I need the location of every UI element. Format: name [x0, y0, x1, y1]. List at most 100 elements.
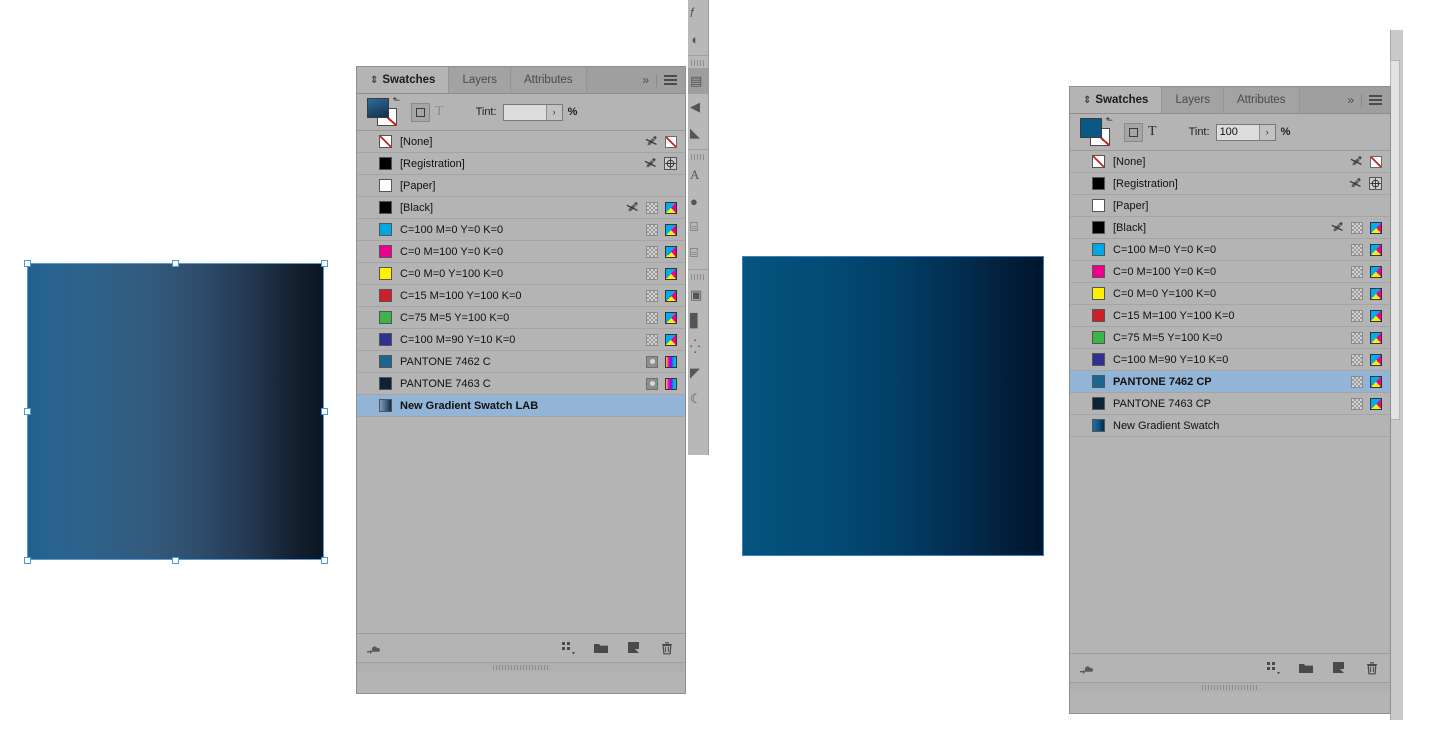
- no-print-dropper-icon[interactable]: [645, 135, 658, 148]
- tool-hand[interactable]: ☾: [688, 386, 708, 412]
- tool-scissors[interactable]: ⌸: [688, 214, 708, 240]
- delete-swatch-icon[interactable]: [1364, 660, 1380, 676]
- cmyk-color-mode-icon[interactable]: [1370, 353, 1382, 366]
- selection-handle-top-center[interactable]: [172, 259, 179, 267]
- gradient-rectangle-cp[interactable]: [742, 256, 1044, 556]
- tool-measure[interactable]: ▊: [688, 308, 708, 334]
- selection-handle-bottom-left[interactable]: [23, 556, 31, 564]
- panel-resize-grip[interactable]: [1070, 682, 1390, 692]
- swatch-row[interactable]: [None]: [1070, 151, 1390, 173]
- swatches-toolbar[interactable]: ⬑ T Tint: › %: [1070, 114, 1390, 151]
- cmyk-color-mode-icon[interactable]: [1370, 397, 1382, 410]
- no-print-dropper-icon[interactable]: [626, 201, 639, 214]
- swatch-color-chip[interactable]: [379, 201, 392, 214]
- tint-input[interactable]: [1216, 124, 1259, 140]
- swatch-row[interactable]: [Black]: [357, 197, 685, 219]
- process-color-icon[interactable]: [646, 311, 658, 324]
- swatch-color-chip[interactable]: [1092, 353, 1105, 366]
- swatch-row[interactable]: [Registration]: [357, 153, 685, 175]
- swatch-color-chip[interactable]: [1092, 397, 1105, 410]
- swatch-group-icon[interactable]: [1265, 660, 1281, 676]
- tool-free-transform[interactable]: ⁛: [688, 334, 708, 360]
- lab-color-mode-icon[interactable]: [665, 377, 677, 390]
- none-color-icon[interactable]: [1370, 155, 1382, 168]
- swap-fill-stroke-icon[interactable]: ⬑: [1105, 115, 1113, 126]
- fill-proxy[interactable]: [367, 98, 389, 118]
- process-color-icon[interactable]: [1351, 397, 1363, 410]
- process-color-icon[interactable]: [646, 201, 658, 214]
- format-affects-text-button[interactable]: T: [435, 104, 444, 120]
- cmyk-color-mode-icon[interactable]: [665, 289, 677, 302]
- swatch-row[interactable]: C=0 M=100 Y=0 K=0: [357, 241, 685, 263]
- spot-color-icon[interactable]: [646, 377, 658, 390]
- cc-libraries-icon[interactable]: [1080, 660, 1096, 676]
- swatch-color-chip[interactable]: [379, 377, 392, 390]
- no-print-dropper-icon[interactable]: [1349, 177, 1362, 190]
- registration-mark-icon[interactable]: [664, 157, 677, 170]
- swatch-row[interactable]: PANTONE 7463 CP: [1070, 393, 1390, 415]
- tab-layers[interactable]: Layers: [449, 67, 511, 93]
- cmyk-color-mode-icon[interactable]: [1370, 243, 1382, 256]
- no-print-dropper-icon[interactable]: [1331, 221, 1344, 234]
- tool-gradient-feather[interactable]: ▣: [688, 282, 708, 308]
- tool-gradient[interactable]: ◤: [688, 360, 708, 386]
- swatch-row[interactable]: [Paper]: [1070, 195, 1390, 217]
- tint-field[interactable]: ›: [1215, 123, 1276, 141]
- fill-proxy[interactable]: [1080, 118, 1102, 138]
- panel-tab-bar[interactable]: ⇕ Swatches Layers Attributes »: [357, 67, 685, 94]
- cmyk-color-mode-icon[interactable]: [1370, 265, 1382, 278]
- panel-menu-icon[interactable]: [1369, 95, 1382, 105]
- selection-handle-top-right[interactable]: [320, 259, 328, 267]
- swatch-list[interactable]: [None] [Registration] [Paper] [Black] C=100 …: [1070, 151, 1390, 437]
- swatch-row[interactable]: C=100 M=90 Y=10 K=0: [1070, 349, 1390, 371]
- delete-swatch-icon[interactable]: [659, 640, 675, 656]
- process-color-icon[interactable]: [1351, 375, 1363, 388]
- panel-footer[interactable]: [1070, 653, 1390, 682]
- selection-handle-bottom-center[interactable]: [172, 556, 179, 564]
- cmyk-color-mode-icon[interactable]: [1370, 309, 1382, 322]
- selection-handle-top-left[interactable]: [23, 259, 31, 267]
- selection-handle-middle-right[interactable]: [320, 408, 328, 415]
- swatch-color-chip[interactable]: [1092, 287, 1105, 300]
- cmyk-color-mode-icon[interactable]: [665, 311, 677, 324]
- swatch-color-chip[interactable]: [1092, 419, 1105, 432]
- panel-footer[interactable]: [357, 633, 685, 662]
- swap-fill-stroke-icon[interactable]: ⬑: [392, 95, 400, 106]
- selection-handle-bottom-right[interactable]: [320, 556, 328, 564]
- cmyk-color-mode-icon[interactable]: [1370, 287, 1382, 300]
- swatch-list-empty-area[interactable]: [1070, 437, 1390, 653]
- swatch-color-chip[interactable]: [379, 289, 392, 302]
- swatch-row[interactable]: C=0 M=0 Y=100 K=0: [1070, 283, 1390, 305]
- swatch-color-chip[interactable]: [1092, 155, 1105, 168]
- swatch-row[interactable]: [None]: [357, 131, 685, 153]
- panel-tab-bar[interactable]: ⇕ Swatches Layers Attributes »: [1070, 87, 1390, 114]
- swatch-row[interactable]: New Gradient Swatch: [1070, 415, 1390, 437]
- swatch-color-chip[interactable]: [379, 179, 392, 192]
- swatch-row[interactable]: PANTONE 7463 C: [357, 373, 685, 395]
- swatch-row[interactable]: C=100 M=0 Y=0 K=0: [357, 219, 685, 241]
- process-color-icon[interactable]: [1351, 243, 1363, 256]
- selection-handle-middle-left[interactable]: [23, 408, 31, 415]
- process-color-icon[interactable]: [1351, 221, 1363, 234]
- gradient-rectangle-lab[interactable]: [27, 263, 324, 560]
- registration-mark-icon[interactable]: [1369, 177, 1382, 190]
- process-color-icon[interactable]: [646, 245, 658, 258]
- swatch-row[interactable]: [Black]: [1070, 217, 1390, 239]
- tool-gradient-swatch[interactable]: ◣: [688, 120, 708, 146]
- tab-layers[interactable]: Layers: [1162, 87, 1224, 113]
- cmyk-color-mode-icon[interactable]: [665, 267, 677, 280]
- swatch-color-chip[interactable]: [1092, 243, 1105, 256]
- swatch-color-chip[interactable]: [379, 333, 392, 346]
- swatch-group-icon[interactable]: [560, 640, 576, 656]
- swatch-color-chip[interactable]: [379, 223, 392, 236]
- swatch-row[interactable]: C=15 M=100 Y=100 K=0: [357, 285, 685, 307]
- spot-color-icon[interactable]: [646, 355, 658, 368]
- format-affects-container-button[interactable]: [1124, 122, 1143, 142]
- cmyk-color-mode-icon[interactable]: [665, 333, 677, 346]
- cmyk-color-mode-icon[interactable]: [665, 245, 677, 258]
- format-affects-text-button[interactable]: T: [1148, 124, 1157, 140]
- swatch-row[interactable]: New Gradient Swatch LAB: [357, 395, 685, 417]
- footer-buttons[interactable]: [1265, 660, 1380, 676]
- swatch-color-chip[interactable]: [379, 157, 392, 170]
- tool-pen[interactable]: ◖: [688, 26, 708, 52]
